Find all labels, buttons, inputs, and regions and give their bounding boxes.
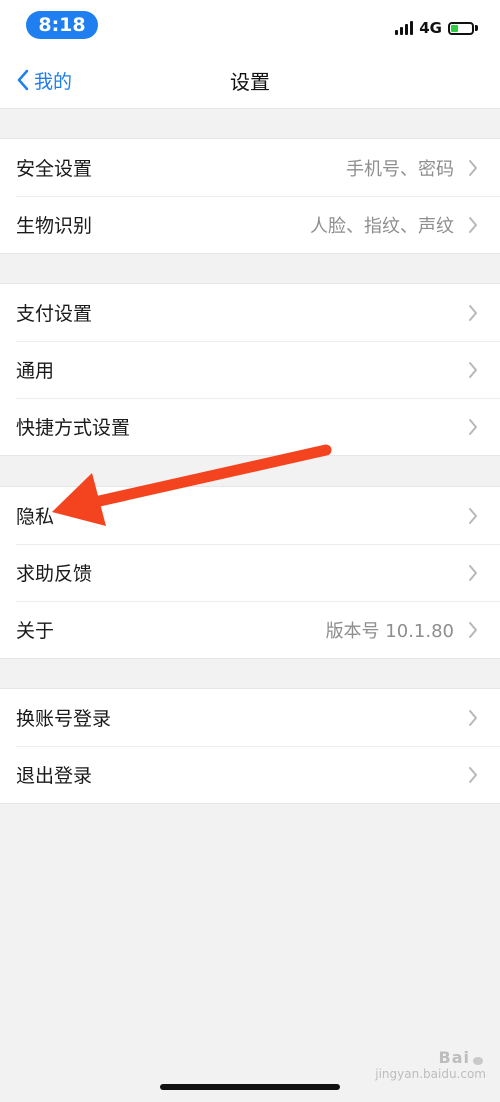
settings-group-account: 换账号登录 退出登录 <box>0 688 500 804</box>
network-type: 4G <box>419 19 442 37</box>
row-label: 安全设置 <box>16 158 93 180</box>
chevron-right-icon <box>469 565 477 581</box>
row-switch-account[interactable]: 换账号登录 <box>0 689 500 746</box>
chevron-right-icon <box>469 767 477 783</box>
status-bar: 8:18 4G <box>0 0 500 52</box>
row-biometric[interactable]: 生物识别 人脸、指纹、声纹 <box>0 196 500 253</box>
row-logout[interactable]: 退出登录 <box>0 746 500 803</box>
status-time: 8:18 <box>26 11 98 39</box>
row-privacy[interactable]: 隐私 <box>0 487 500 544</box>
settings-group-account-security: 安全设置 手机号、密码 生物识别 人脸、指纹、声纹 <box>0 138 500 254</box>
row-label: 关于 <box>16 620 55 642</box>
chevron-right-icon <box>469 508 477 524</box>
row-label: 求助反馈 <box>16 563 93 585</box>
watermark-brand: Bai <box>438 1048 470 1067</box>
watermark-logo: Bai jingyan.baidu.com <box>375 1048 486 1081</box>
paw-icon <box>470 1052 486 1066</box>
row-label: 支付设置 <box>16 303 93 325</box>
home-indicator[interactable] <box>160 1084 340 1090</box>
battery-cap <box>475 25 478 31</box>
chevron-right-icon <box>469 362 477 378</box>
row-label: 隐私 <box>16 506 55 528</box>
row-label: 通用 <box>16 360 55 382</box>
row-label: 换账号登录 <box>16 708 112 730</box>
chevron-right-icon <box>469 160 477 176</box>
row-label: 生物识别 <box>16 215 93 237</box>
page-title: 设置 <box>230 70 270 94</box>
row-value: 版本号 10.1.80 <box>325 620 454 642</box>
row-payment-settings[interactable]: 支付设置 <box>0 284 500 341</box>
settings-group-general: 支付设置 通用 快捷方式设置 <box>0 283 500 456</box>
chevron-right-icon <box>469 305 477 321</box>
chevron-right-icon <box>469 710 477 726</box>
chevron-right-icon <box>469 217 477 233</box>
nav-bar: 我的 设置 <box>0 52 500 109</box>
status-indicators: 4G <box>395 18 478 38</box>
row-shortcut-settings[interactable]: 快捷方式设置 <box>0 398 500 455</box>
chevron-right-icon <box>469 622 477 638</box>
chevron-right-icon <box>469 419 477 435</box>
row-security-settings[interactable]: 安全设置 手机号、密码 <box>0 139 500 196</box>
settings-group-privacy-help: 隐私 求助反馈 关于 版本号 10.1.80 <box>0 486 500 659</box>
battery-icon <box>448 21 474 35</box>
row-help-feedback[interactable]: 求助反馈 <box>0 544 500 601</box>
row-label: 退出登录 <box>16 765 93 787</box>
signal-icon <box>395 21 414 35</box>
row-about[interactable]: 关于 版本号 10.1.80 <box>0 601 500 658</box>
watermark-url: jingyan.baidu.com <box>375 1067 486 1081</box>
row-value: 人脸、指纹、声纹 <box>310 215 454 237</box>
row-value: 手机号、密码 <box>346 158 454 180</box>
row-label: 快捷方式设置 <box>16 417 131 439</box>
row-general[interactable]: 通用 <box>0 341 500 398</box>
